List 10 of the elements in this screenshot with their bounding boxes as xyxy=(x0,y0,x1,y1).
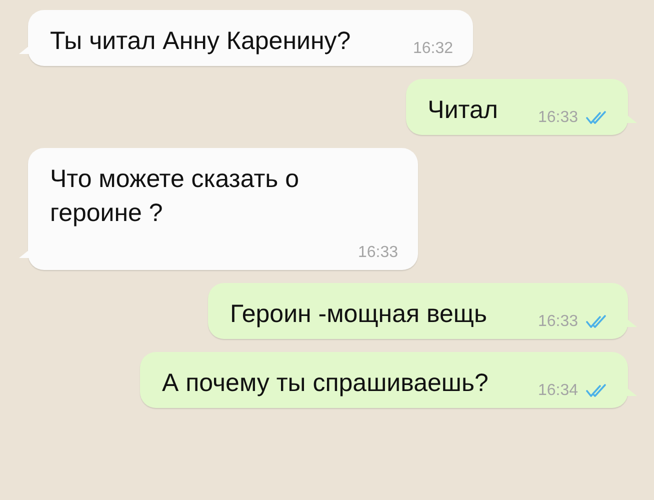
message-time: 16:32 xyxy=(412,40,453,58)
message-text: Читал xyxy=(428,95,498,126)
message-text: Героин -мощная вещь xyxy=(230,299,487,330)
message-time: 16:33 xyxy=(538,109,578,127)
message-text: Ты читал Анну Каренину? xyxy=(50,26,351,57)
message-time: 16:33 xyxy=(358,244,398,262)
message-time: 16:34 xyxy=(538,382,578,400)
message-text: А почему ты спрашиваешь? xyxy=(162,368,488,399)
message-time: 16:33 xyxy=(538,313,578,331)
message-text: Что можете сказать о героине ? xyxy=(50,164,300,229)
